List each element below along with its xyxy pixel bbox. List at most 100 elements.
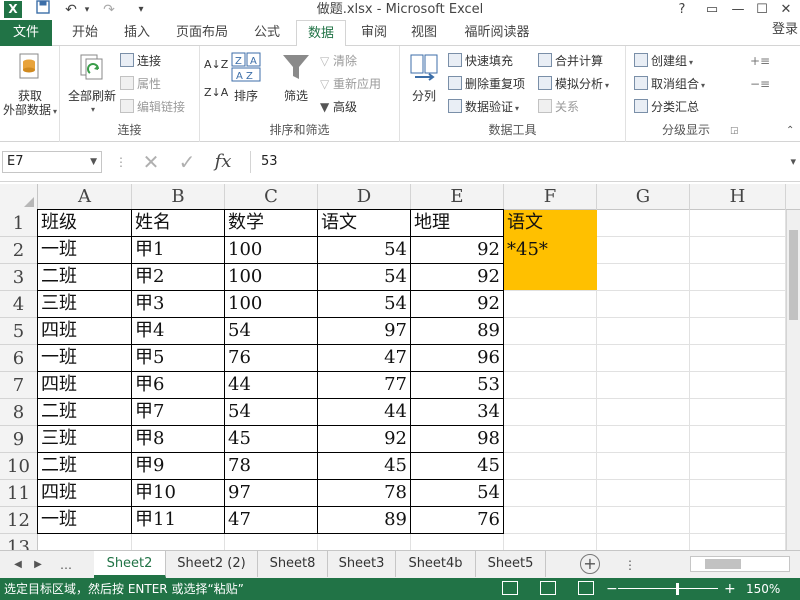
sheet-tab-sheet2[interactable]: Sheet2 [94, 551, 166, 578]
cell-d12[interactable]: 89 [318, 507, 410, 533]
cell-a10[interactable]: 二班 [38, 453, 131, 479]
what-if-analysis-button[interactable]: 模拟分析 ▾ [538, 75, 609, 93]
cell-d8[interactable]: 44 [318, 399, 410, 425]
cell-d4[interactable]: 54 [318, 291, 410, 317]
next-sheet-icon[interactable]: ▶ [28, 551, 48, 579]
formula-input[interactable]: 53 [250, 151, 780, 173]
tab-data[interactable]: 数据 [296, 20, 346, 47]
zoom-slider-thumb[interactable] [676, 583, 679, 595]
horizontal-scroll-thumb[interactable] [705, 559, 741, 569]
cell-b3[interactable]: 甲2 [132, 264, 224, 290]
refresh-all-dropdown-icon[interactable]: ▾ [66, 103, 120, 117]
column-header-e[interactable]: E [411, 184, 504, 210]
enter-icon[interactable]: ✓ [174, 151, 200, 173]
cell-e11[interactable]: 54 [411, 480, 503, 506]
column-header-h[interactable]: H [690, 184, 786, 210]
column-header-b[interactable]: B [132, 184, 225, 210]
cell-c7[interactable]: 44 [225, 372, 317, 398]
hide-detail-icon[interactable]: −≡ [750, 75, 770, 93]
name-box[interactable]: E7 ▼ [2, 151, 102, 173]
column-header-g[interactable]: G [597, 184, 690, 210]
cell-c4[interactable]: 100 [225, 291, 317, 317]
cell-d6[interactable]: 47 [318, 345, 410, 371]
cell-f1[interactable]: 语文 [504, 210, 596, 236]
cell-e5[interactable]: 89 [411, 318, 503, 344]
cell-a8[interactable]: 二班 [38, 399, 131, 425]
cell-b6[interactable]: 甲5 [132, 345, 224, 371]
sheet-tab-sheet3[interactable]: Sheet3 [328, 551, 396, 577]
cell-b5[interactable]: 甲4 [132, 318, 224, 344]
properties-button[interactable]: 属性 [120, 75, 161, 93]
zoom-slider-track[interactable] [618, 588, 718, 589]
cell-b2[interactable]: 甲1 [132, 237, 224, 263]
outline-dialog-launcher-icon[interactable]: ◲ [730, 122, 739, 140]
tab-foxit-reader[interactable]: 福昕阅读器 [452, 20, 542, 46]
text-to-columns-button[interactable]: 分列 [404, 52, 444, 103]
row-header-2[interactable]: 2 [0, 237, 38, 264]
cell-d1[interactable]: 语文 [318, 210, 410, 236]
sheet-tab-sheet2-2[interactable]: Sheet2 (2) [166, 551, 258, 577]
cell-d3[interactable]: 54 [318, 264, 410, 290]
cell-d5[interactable]: 97 [318, 318, 410, 344]
cell-a5[interactable]: 四班 [38, 318, 131, 344]
close-icon[interactable]: ✕ [772, 0, 800, 20]
subtotal-button[interactable]: 分类汇总 [634, 98, 699, 116]
cell-e1[interactable]: 地理 [411, 210, 503, 236]
cell-f2[interactable]: *45* [504, 237, 596, 263]
cell-c12[interactable]: 47 [225, 507, 317, 533]
cell-a4[interactable]: 三班 [38, 291, 131, 317]
cell-a12[interactable]: 一班 [38, 507, 131, 533]
cell-e12[interactable]: 76 [411, 507, 503, 533]
cell-b9[interactable]: 甲8 [132, 426, 224, 452]
cell-d7[interactable]: 77 [318, 372, 410, 398]
previous-sheet-icon[interactable]: ◀ [8, 551, 28, 579]
advanced-filter-button[interactable]: ▼ 高级 [320, 98, 357, 116]
cell-a11[interactable]: 四班 [38, 480, 131, 506]
remove-duplicates-button[interactable]: 删除重复项 [448, 75, 525, 93]
cell-a2[interactable]: 一班 [38, 237, 131, 263]
get-external-data-button[interactable]: 获取 外部数据 ▾ [2, 52, 58, 119]
column-header-a[interactable]: A [38, 184, 132, 210]
tab-home[interactable]: 开始 [62, 20, 108, 46]
cell-e6[interactable]: 96 [411, 345, 503, 371]
cell-b10[interactable]: 甲9 [132, 453, 224, 479]
row-header-4[interactable]: 4 [0, 291, 38, 318]
row-header-9[interactable]: 9 [0, 426, 38, 453]
clear-filter-button[interactable]: ▽ 清除 [320, 52, 357, 70]
cell-d10[interactable]: 45 [318, 453, 410, 479]
sheet-tab-sheet8[interactable]: Sheet8 [258, 551, 328, 577]
column-header-d[interactable]: D [318, 184, 411, 210]
cell-b7[interactable]: 甲6 [132, 372, 224, 398]
cell-c5[interactable]: 54 [225, 318, 317, 344]
sort-descending-button[interactable]: Z↓A [204, 84, 228, 102]
zoom-level[interactable]: 150% [746, 578, 780, 600]
sort-button[interactable]: ZA A Z 排序 [228, 52, 264, 103]
column-header-c[interactable]: C [225, 184, 318, 210]
cell-b8[interactable]: 甲7 [132, 399, 224, 425]
name-box-dropdown-icon[interactable]: ▼ [90, 152, 97, 172]
page-layout-view-icon[interactable] [540, 581, 556, 595]
cell-e4[interactable]: 92 [411, 291, 503, 317]
tab-page-layout[interactable]: 页面布局 [166, 20, 238, 46]
sheet-tab-sheet4b[interactable]: Sheet4b [396, 551, 476, 577]
cell-d11[interactable]: 78 [318, 480, 410, 506]
vertical-scrollbar[interactable] [786, 210, 800, 550]
cell-c8[interactable]: 54 [225, 399, 317, 425]
normal-view-icon[interactable] [502, 581, 518, 595]
sort-ascending-button[interactable]: A↓Z [204, 56, 228, 74]
cell-c3[interactable]: 100 [225, 264, 317, 290]
zoom-out-icon[interactable]: − [606, 578, 618, 600]
vertical-scroll-thumb[interactable] [789, 230, 798, 320]
relationships-button[interactable]: 关系 [538, 98, 579, 116]
row-header-7[interactable]: 7 [0, 372, 38, 399]
row-header-5[interactable]: 5 [0, 318, 38, 345]
cell-c6[interactable]: 76 [225, 345, 317, 371]
flash-fill-button[interactable]: 快速填充 [448, 52, 513, 70]
expand-formula-bar-icon[interactable]: ▾ [790, 151, 796, 173]
cell-a6[interactable]: 一班 [38, 345, 131, 371]
cell-c11[interactable]: 97 [225, 480, 317, 506]
ungroup-button[interactable]: 取消组合 ▾ [634, 75, 705, 93]
insert-function-icon[interactable]: fx [210, 151, 236, 173]
cell-e8[interactable]: 34 [411, 399, 503, 425]
filter-button[interactable]: 筛选 [278, 52, 314, 103]
